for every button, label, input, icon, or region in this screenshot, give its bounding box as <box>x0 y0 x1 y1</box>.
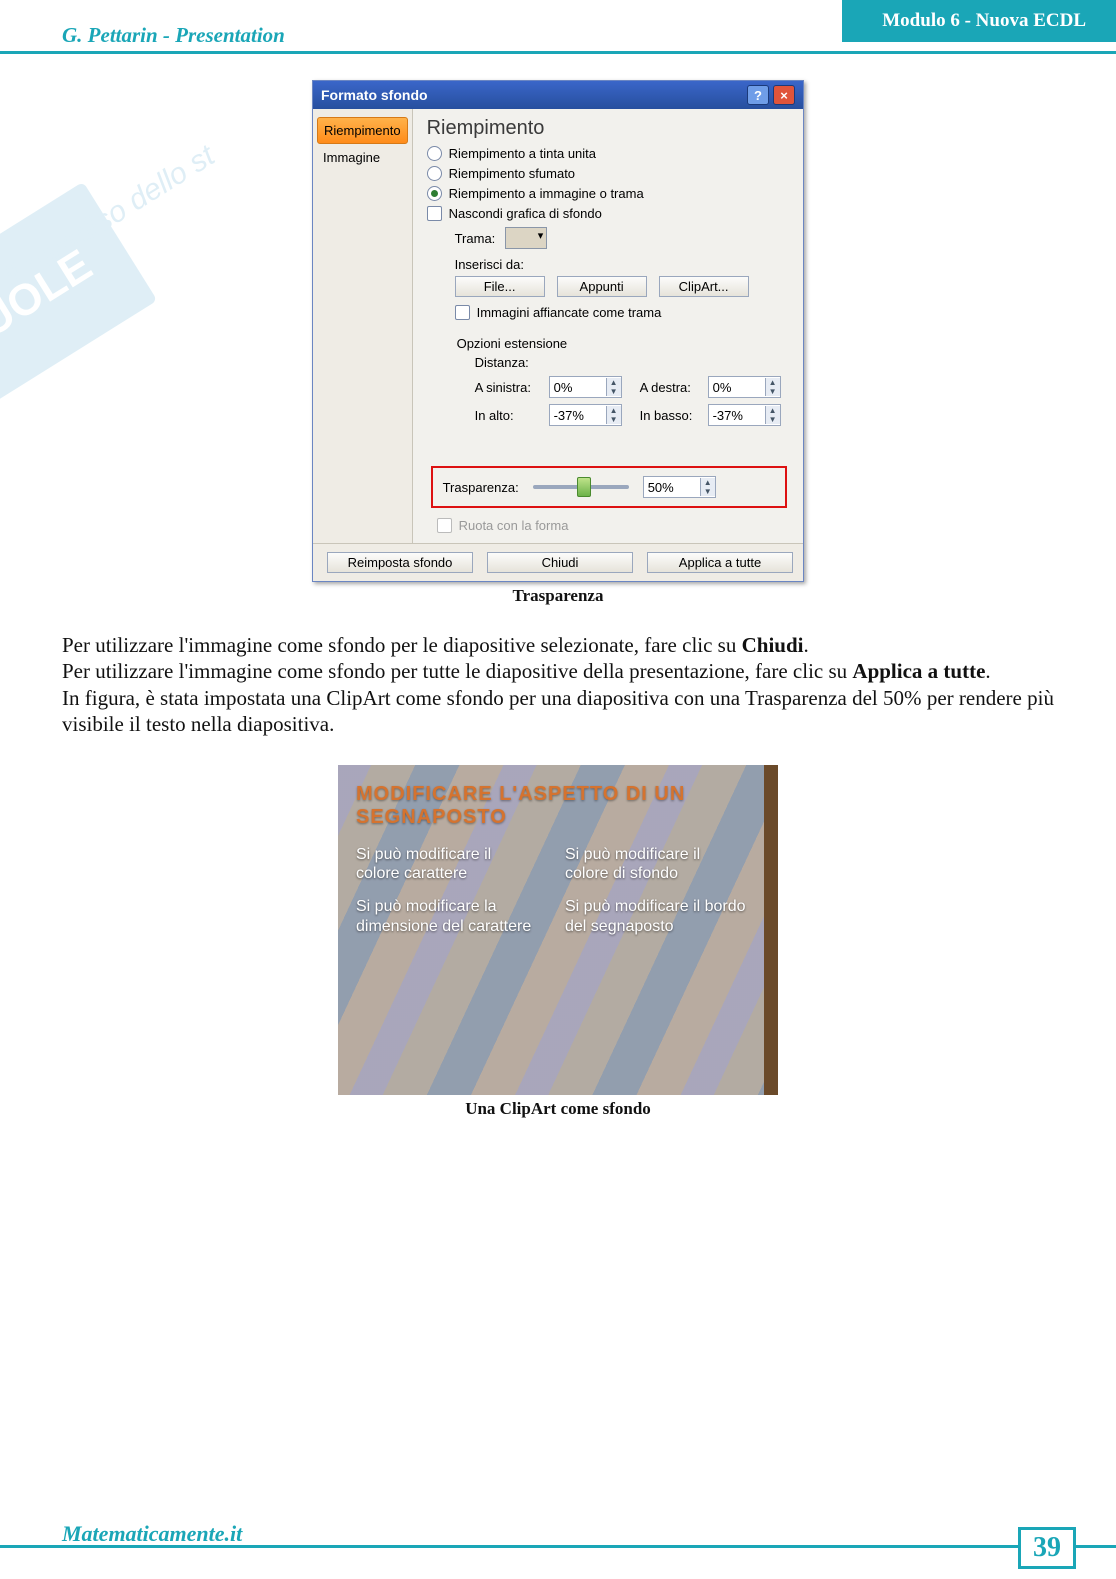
tab-image[interactable]: Immagine <box>313 144 412 171</box>
slide-l2: Si può modificare la dimensione del cara… <box>356 897 537 935</box>
dialog-footer: Reimposta sfondo Chiudi Applica a tutte <box>313 543 803 581</box>
checkbox-icon <box>455 305 470 320</box>
figure2-caption: Una ClipArt come sfondo <box>0 1099 1116 1119</box>
para2-bold: Applica a tutte <box>852 659 985 683</box>
apply-all-button[interactable]: Applica a tutte <box>647 552 793 573</box>
tile-row[interactable]: Immagini affiancate come trama <box>455 305 791 320</box>
para2-a: Per utilizzare l'immagine come sfondo pe… <box>62 659 852 683</box>
offset-top-spin[interactable]: ▲▼ <box>549 404 622 426</box>
clipboard-button[interactable]: Appunti <box>557 276 647 297</box>
check-hidebg-label: Nascondi grafica di sfondo <box>449 206 602 221</box>
para1-bold: Chiudi <box>742 633 804 657</box>
spinner-arrows-icon[interactable]: ▲▼ <box>606 406 621 424</box>
dialog-tabs: Riempimento Immagine <box>313 109 413 543</box>
reset-background-button[interactable]: Reimposta sfondo <box>327 552 473 573</box>
transparency-highlight: Trasparenza: ▲▼ <box>431 466 787 508</box>
offset-right-label: A destra: <box>640 380 700 395</box>
para2-c: . <box>985 659 990 683</box>
dialog-titlebar[interactable]: Formato sfondo ? × <box>313 81 803 109</box>
stretch-options: Opzioni estensione Distanza: A sinistra:… <box>447 328 791 436</box>
offset-bottom-spin[interactable]: ▲▼ <box>708 404 781 426</box>
insert-from-label: Inserisci da: <box>455 257 791 272</box>
offset-right-spin[interactable]: ▲▼ <box>708 376 781 398</box>
spinner-arrows-icon[interactable]: ▲▼ <box>606 378 621 396</box>
radio-solid-row[interactable]: Riempimento a tinta unita <box>427 146 791 161</box>
slide-r1: Si può modificare il colore di sfondo <box>565 845 746 883</box>
offset-top-label: In alto: <box>475 408 541 423</box>
slide-r2: Si può modificare il bordo del segnapost… <box>565 897 746 935</box>
offset-bottom-input[interactable] <box>709 406 765 424</box>
tab-fill[interactable]: Riempimento <box>317 117 408 144</box>
rotate-label: Ruota con la forma <box>459 518 569 533</box>
body-text: Per utilizzare l'immagine come sfondo pe… <box>62 632 1054 737</box>
offset-left-input[interactable] <box>550 378 606 396</box>
format-background-dialog: Formato sfondo ? × Riempimento Immagine … <box>312 80 804 582</box>
slide-title: MODIFICARE L'ASPETTO DI UN SEGNAPOSTO <box>356 783 746 829</box>
spinner-arrows-icon[interactable]: ▲▼ <box>700 478 715 496</box>
footer-site: Matematicamente.it <box>62 1521 242 1547</box>
close-dialog-button[interactable]: Chiudi <box>487 552 633 573</box>
page-footer: Matematicamente.it 39 <box>0 1521 1116 1573</box>
radio-gradient-row[interactable]: Riempimento sfumato <box>427 166 791 181</box>
slide-preview: MODIFICARE L'ASPETTO DI UN SEGNAPOSTO Si… <box>338 765 778 1095</box>
radio-picture-row[interactable]: Riempimento a immagine o trama <box>427 186 791 201</box>
radio-picture-label: Riempimento a immagine o trama <box>449 186 644 201</box>
page-header: Modulo 6 - Nuova ECDL G. Pettarin - Pres… <box>0 0 1116 54</box>
figure1-caption: Trasparenza <box>0 586 1116 606</box>
radio-icon <box>427 166 442 181</box>
rotate-row: Ruota con la forma <box>437 518 791 533</box>
slide-col-left: Si può modificare il colore carattere Si… <box>356 845 537 950</box>
header-module: Modulo 6 - Nuova ECDL <box>842 0 1116 42</box>
header-rule <box>0 51 1116 54</box>
footer-rule <box>0 1545 1116 1548</box>
offset-top-input[interactable] <box>550 406 606 424</box>
stretch-options-label: Opzioni estensione <box>457 336 781 351</box>
radio-solid-label: Riempimento a tinta unita <box>449 146 596 161</box>
slide-l1: Si può modificare il colore carattere <box>356 845 537 883</box>
offset-left-spin[interactable]: ▲▼ <box>549 376 622 398</box>
para3: In figura, è stata impostata una ClipArt… <box>62 686 1054 736</box>
tile-label: Immagini affiancate come trama <box>477 305 662 320</box>
pane-title: Riempimento <box>427 117 791 140</box>
distance-label: Distanza: <box>475 355 781 370</box>
para1-c: . <box>803 633 808 657</box>
radio-icon <box>427 146 442 161</box>
dialog-title: Formato sfondo <box>321 87 428 103</box>
close-button[interactable]: × <box>773 85 795 105</box>
texture-dropdown[interactable] <box>505 227 547 249</box>
clipart-button[interactable]: ClipArt... <box>659 276 749 297</box>
help-button[interactable]: ? <box>747 85 769 105</box>
radio-gradient-label: Riempimento sfumato <box>449 166 575 181</box>
header-author: G. Pettarin - Presentation <box>62 23 285 48</box>
checkbox-icon <box>427 206 442 221</box>
check-hidebg-row[interactable]: Nascondi grafica di sfondo <box>427 206 791 221</box>
offset-left-label: A sinistra: <box>475 380 541 395</box>
para1-a: Per utilizzare l'immagine come sfondo pe… <box>62 633 742 657</box>
radio-icon <box>427 186 442 201</box>
spinner-arrows-icon[interactable]: ▲▼ <box>765 406 780 424</box>
transparency-input[interactable] <box>644 478 700 496</box>
offset-right-input[interactable] <box>709 378 765 396</box>
slider-thumb-icon[interactable] <box>577 477 591 497</box>
footer-page-number: 39 <box>1018 1527 1076 1569</box>
checkbox-icon <box>437 518 452 533</box>
transparency-slider[interactable] <box>533 485 629 489</box>
spinner-arrows-icon[interactable]: ▲▼ <box>765 378 780 396</box>
offset-bottom-label: In basso: <box>640 408 700 423</box>
slide-col-right: Si può modificare il colore di sfondo Si… <box>565 845 746 950</box>
dialog-pane: Riempimento Riempimento a tinta unita Ri… <box>413 109 805 543</box>
transparency-label: Trasparenza: <box>443 480 519 495</box>
transparency-spin[interactable]: ▲▼ <box>643 476 716 498</box>
file-button[interactable]: File... <box>455 276 545 297</box>
texture-label: Trama: <box>455 231 496 246</box>
